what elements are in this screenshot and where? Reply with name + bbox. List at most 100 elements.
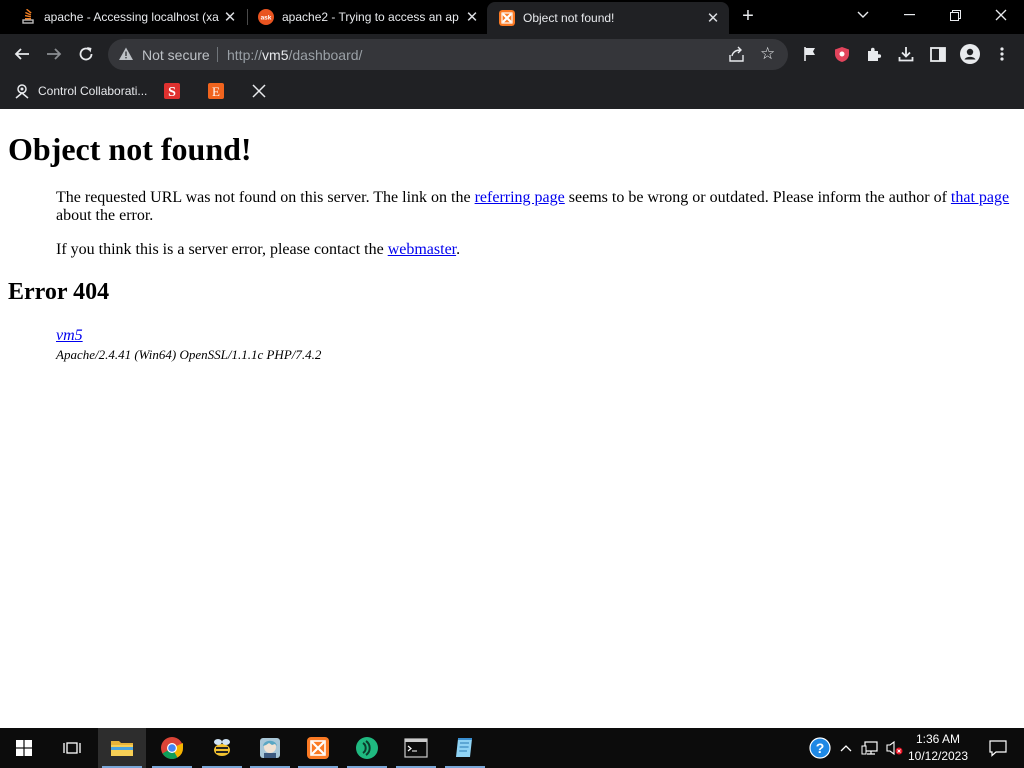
e-bookmark-icon: E (208, 83, 224, 99)
tab-strip: apache - Accessing localhost (xa ✕ ask a… (0, 0, 1024, 34)
referring-page-link[interactable]: referring page (475, 189, 565, 206)
close-tab-icon[interactable]: ✕ (703, 9, 723, 27)
description-text: seems to be wrong or outdated. Please in… (564, 189, 951, 206)
bookmark-e[interactable]: E (208, 82, 224, 100)
bookmark-control-collaboration[interactable]: Control Collaborati... (14, 82, 147, 100)
host-link[interactable]: vm5 (56, 327, 83, 344)
new-tab-button[interactable]: + (737, 5, 759, 27)
taskbar-terminal[interactable] (392, 728, 440, 768)
svg-text:S: S (168, 85, 176, 99)
green-app-icon (356, 737, 378, 759)
warning-triangle-icon[interactable] (118, 46, 134, 62)
side-panel-button[interactable] (926, 42, 950, 66)
close-tab-icon[interactable]: ✕ (462, 8, 482, 26)
that-page-link[interactable]: that page (951, 189, 1009, 206)
contact-text: . (456, 241, 461, 258)
reload-button[interactable] (74, 42, 98, 66)
omnibox-divider (217, 47, 218, 62)
system-clock[interactable]: 1:36 AM 10/12/2023 (900, 731, 976, 765)
address-bar[interactable]: Not secure http://vm5/dashboard/ ☆ (108, 39, 788, 70)
description-text: The requested URL was not found on this … (56, 189, 475, 206)
tab-title: apache2 - Trying to access an ap (282, 10, 459, 24)
kebab-menu-icon (1000, 47, 1004, 61)
taskbar-xampp[interactable] (294, 728, 342, 768)
webmaster-link[interactable]: webmaster (388, 241, 456, 258)
url-path: /dashboard/ (288, 47, 363, 63)
puzzle-icon (868, 47, 882, 61)
taskbar-anime-app[interactable] (246, 728, 294, 768)
svg-text:ask: ask (261, 15, 272, 22)
tab-title: Object not found! (523, 11, 615, 25)
back-arrow-icon (14, 48, 29, 60)
download-icon (898, 47, 914, 62)
back-button[interactable] (10, 42, 34, 66)
help-tray-button[interactable]: ? (806, 728, 834, 768)
tab-object-not-found[interactable]: Object not found! ✕ (487, 2, 729, 34)
server-signature: vm5 Apache/2.4.41 (Win64) OpenSSL/1.1.1c… (56, 327, 321, 363)
forward-button[interactable] (42, 42, 66, 66)
url-text[interactable]: http://vm5/dashboard/ (227, 47, 362, 63)
profile-avatar-icon (960, 44, 980, 64)
bookmark-star-icon[interactable]: ☆ (760, 44, 775, 64)
start-icon (16, 740, 32, 756)
svg-text:?: ? (816, 740, 825, 756)
tab-apache2-access[interactable]: ask apache2 - Trying to access an ap ✕ (238, 0, 488, 34)
profile-button[interactable] (958, 42, 982, 66)
anime-app-icon (260, 738, 280, 758)
contact-paragraph: If you think this is a server error, ple… (56, 241, 1016, 259)
notification-icon (989, 740, 1007, 757)
bookmark-x[interactable] (252, 82, 266, 100)
ask-ubuntu-icon: ask (258, 9, 274, 25)
restore-button[interactable] (932, 0, 978, 30)
control-collaboration-icon (15, 84, 29, 99)
chrome-menu-button[interactable] (990, 42, 1014, 66)
bookmark-label: Control Collaborati... (38, 84, 148, 98)
terminal-icon (404, 738, 428, 758)
bookmarks-bar: Control Collaborati... S E (0, 74, 1024, 109)
tab-search-chevron-icon[interactable] (840, 0, 886, 30)
bookmark-s[interactable]: S (164, 82, 180, 100)
clock-date: 10/12/2023 (907, 749, 969, 763)
taskbar-bee-app[interactable] (198, 728, 246, 768)
network-tray-button[interactable] (858, 728, 882, 768)
share-icon[interactable] (728, 46, 745, 63)
not-secure-label[interactable]: Not secure (142, 47, 210, 63)
bee-app-icon (214, 739, 230, 756)
page-title: Object not found! (8, 131, 252, 167)
forward-arrow-icon (47, 48, 62, 60)
tab-title: apache - Accessing localhost (xa (44, 10, 219, 24)
close-tab-icon[interactable]: ✕ (220, 8, 240, 26)
file-explorer-icon (111, 741, 133, 756)
windows-taskbar: ? 1:36 AM 10/12/2023 (0, 728, 1024, 768)
show-hidden-icons-button[interactable] (836, 728, 856, 768)
notepad-icon (456, 738, 472, 757)
taskbar-file-explorer[interactable] (98, 728, 146, 768)
shield-extension-button[interactable] (830, 42, 854, 66)
task-view-icon (63, 742, 81, 754)
page-content: Object not found! The requested URL was … (0, 109, 1024, 728)
error-description: The requested URL was not found on this … (56, 189, 1016, 225)
browser-toolbar: Not secure http://vm5/dashboard/ ☆ (0, 34, 1024, 74)
minimize-button[interactable] (886, 0, 932, 30)
task-view-button[interactable] (48, 728, 96, 768)
flag-extension-button[interactable] (798, 42, 822, 66)
side-panel-icon (930, 46, 946, 62)
network-icon (861, 741, 878, 755)
action-center-button[interactable] (978, 728, 1018, 768)
taskbar-chrome[interactable] (148, 728, 196, 768)
x-bookmark-icon (252, 84, 266, 98)
taskbar-notepad[interactable] (441, 728, 489, 768)
tab-apache-localhost[interactable]: apache - Accessing localhost (xa ✕ (0, 0, 246, 34)
url-host: vm5 (262, 47, 289, 63)
start-button[interactable] (0, 728, 48, 768)
s-bookmark-icon: S (164, 83, 180, 99)
close-window-button[interactable] (978, 0, 1024, 30)
help-icon: ? (809, 737, 831, 759)
taskbar-green-app[interactable] (343, 728, 391, 768)
contact-text: If you think this is a server error, ple… (56, 241, 388, 258)
error-code-heading: Error 404 (8, 279, 110, 305)
extensions-button[interactable] (862, 42, 886, 66)
description-text: about the error. (56, 207, 154, 224)
downloads-button[interactable] (894, 42, 918, 66)
xampp-icon (307, 737, 329, 759)
